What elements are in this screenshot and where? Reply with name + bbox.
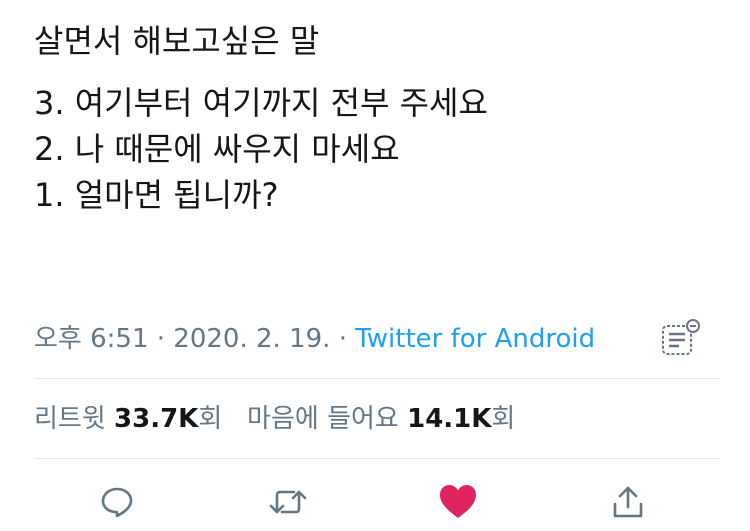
meta-separator: ·: [156, 324, 166, 354]
tweet-time: 오후 6:51: [34, 324, 149, 354]
heart-icon: [440, 485, 476, 518]
like-button[interactable]: [436, 480, 480, 524]
like-count: 14.1K: [407, 404, 492, 434]
tweet-text: 살면서 해보고싶은 말 3. 여기부터 여기까지 전부 주세요 2. 나 때문에…: [34, 18, 734, 218]
tweet-source-link[interactable]: Twitter for Android: [355, 324, 595, 354]
share-button[interactable]: [606, 480, 650, 524]
retweet-count: 33.7K: [114, 404, 199, 434]
retweet-stat[interactable]: 리트윗 33.7K회: [34, 404, 231, 434]
retweet-icon: [269, 490, 307, 514]
divider: [34, 378, 720, 379]
analytics-icon[interactable]: [660, 318, 704, 358]
reply-button[interactable]: [95, 480, 139, 524]
like-label: 마음에 들어요: [247, 404, 399, 434]
tweet-stats: 리트윗 33.7K회 마음에 들어요 14.1K회: [34, 398, 515, 435]
retweet-label: 리트윗: [34, 404, 106, 434]
like-suffix: 회: [491, 404, 516, 434]
share-icon: [613, 486, 643, 518]
tweet-meta: 오후 6:51 · 2020. 2. 19. · Twitter for And…: [34, 318, 595, 355]
meta-separator: ·: [338, 324, 347, 354]
tweet-line-3: 3. 여기부터 여기까지 전부 주세요: [34, 84, 488, 122]
retweet-button[interactable]: [266, 480, 310, 524]
like-stat[interactable]: 마음에 들어요 14.1K회: [247, 404, 515, 434]
reply-icon: [101, 487, 133, 518]
action-bar: [0, 480, 750, 524]
tweet-line-2: 2. 나 때문에 싸우지 마세요: [34, 130, 400, 168]
retweet-suffix: 회: [198, 404, 223, 434]
tweet-date: 2020. 2. 19.: [173, 324, 331, 354]
tweet-line-title: 살면서 해보고싶은 말: [34, 22, 320, 60]
divider: [34, 458, 720, 459]
tweet-line-1: 1. 얼마면 됩니까?: [34, 176, 279, 214]
